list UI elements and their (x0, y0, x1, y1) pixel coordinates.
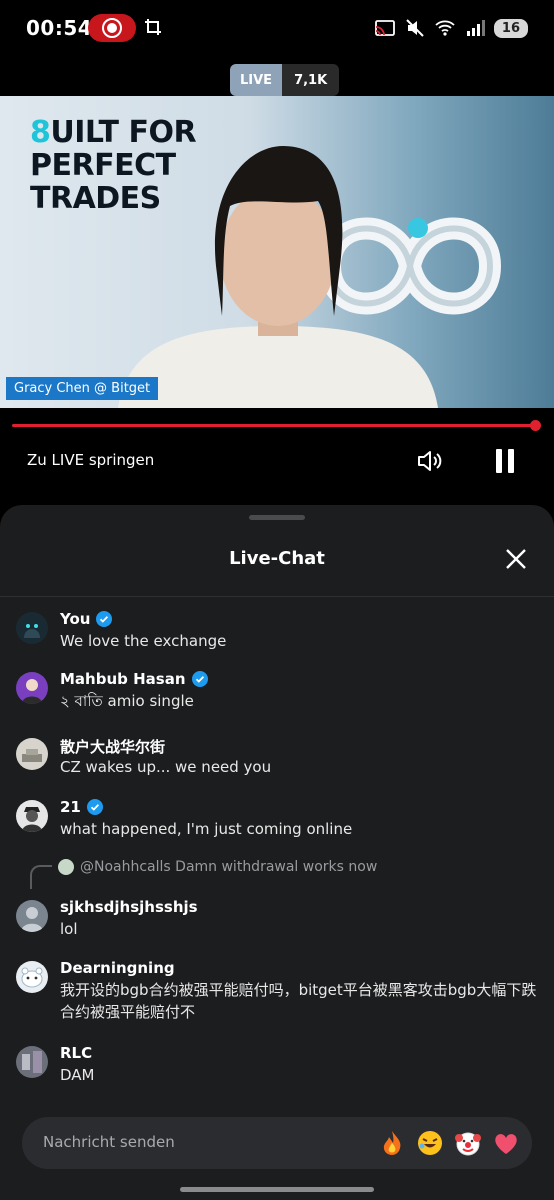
chat-username[interactable]: sjkhsdjhsjhsshjs (60, 898, 198, 916)
mute-icon (406, 19, 424, 37)
chat-username[interactable]: 散户大战华尔街 (60, 736, 165, 757)
avatar[interactable] (16, 800, 48, 832)
chat-username[interactable]: You (60, 610, 90, 628)
verified-badge-icon (191, 671, 208, 687)
verified-badge-icon (86, 799, 103, 815)
chat-username[interactable]: 21 (60, 798, 81, 816)
verified-badge-icon (96, 611, 113, 627)
battery-indicator: 16 (493, 18, 528, 38)
wifi-icon (435, 20, 455, 36)
status-bar: 00:54 16 (0, 0, 554, 56)
volume-icon[interactable] (415, 447, 443, 475)
chat-username[interactable]: Mahbub Hasan (60, 670, 186, 688)
home-indicator[interactable] (180, 1187, 374, 1192)
chat-text: lol (60, 920, 78, 938)
heart-emoji-icon[interactable] (492, 1129, 520, 1157)
cast-icon (375, 20, 395, 36)
avatar[interactable] (16, 961, 48, 993)
close-icon[interactable] (504, 547, 528, 571)
viewer-count: 7,1K (282, 64, 340, 96)
playback-progress-bar[interactable] (12, 420, 541, 431)
chat-text: ২ বাতি amio single (60, 692, 194, 710)
chat-text: DAM (60, 1066, 95, 1084)
clown-emoji-icon[interactable] (454, 1129, 482, 1157)
live-label: LIVE (230, 64, 283, 96)
message-input[interactable]: Nachricht senden (22, 1117, 532, 1169)
avatar[interactable] (16, 1046, 48, 1078)
pause-icon[interactable] (494, 449, 516, 473)
progress-handle[interactable] (530, 420, 541, 431)
reply-text: @Noahhcalls Damn withdrawal works now (80, 859, 378, 875)
divider (0, 596, 554, 597)
crop-icon (145, 19, 161, 35)
jump-to-live-button[interactable]: Zu LIVE springen (27, 451, 154, 469)
sheet-drag-handle[interactable] (249, 515, 305, 520)
signal-icon (466, 20, 485, 36)
chat-text: CZ wakes up... we need you (60, 758, 272, 776)
fire-emoji-icon[interactable] (378, 1129, 406, 1157)
avatar[interactable] (16, 672, 48, 704)
live-chat-sheet: Live-Chat You We love the exchange Mahbu… (0, 505, 554, 1200)
chat-text: We love the exchange (60, 632, 227, 650)
screen-record-indicator[interactable] (88, 14, 136, 42)
clock: 00:54 (26, 16, 93, 40)
presenter-image (118, 146, 438, 408)
video-player[interactable]: 8UILT FOR PERFECT TRADES Gracy Chen @ Bi… (0, 96, 554, 408)
rofl-emoji-icon[interactable] (416, 1129, 444, 1157)
chat-text: 我开设的bgb合约被强平能赔付吗，bitget平台被黑客攻击bgb大幅下跌合约被… (60, 981, 537, 1021)
reply-context[interactable]: @Noahhcalls Damn withdrawal works now (58, 859, 377, 875)
live-badge: LIVE 7,1K (230, 64, 340, 96)
avatar[interactable] (16, 900, 48, 932)
avatar[interactable] (16, 738, 48, 770)
avatar[interactable] (16, 612, 48, 644)
chat-username[interactable]: RLC (60, 1044, 92, 1062)
presenter-name-tag: Gracy Chen @ Bitget (6, 377, 159, 400)
sheet-title: Live-Chat (229, 548, 325, 569)
reply-avatar (58, 859, 74, 875)
message-input-placeholder: Nachricht senden (43, 1133, 175, 1151)
reply-connector (30, 865, 52, 889)
chat-text: what happened, I'm just coming online (60, 820, 353, 838)
status-icons: 16 (374, 14, 528, 42)
chat-username[interactable]: Dearningning (60, 959, 175, 977)
